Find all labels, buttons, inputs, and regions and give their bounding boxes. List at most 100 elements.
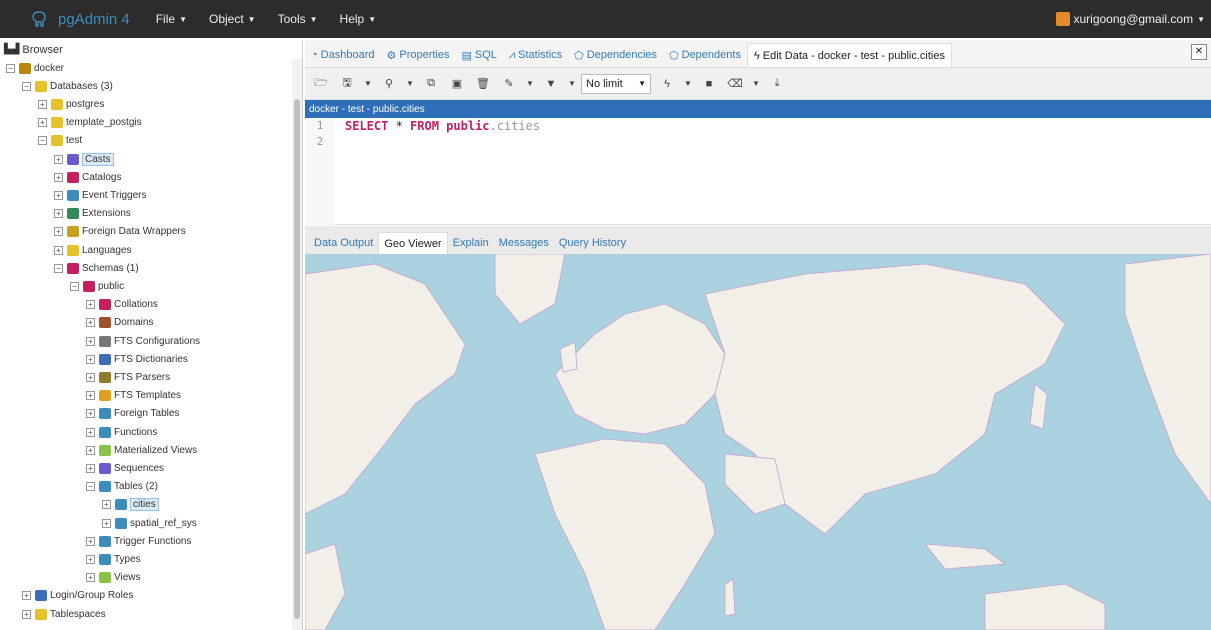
expand-icon[interactable]: + — [38, 118, 47, 128]
expand-icon[interactable]: + — [54, 245, 63, 255]
tree-node[interactable]: + FTS Configurations — [86, 332, 200, 350]
collapse-icon[interactable]: − — [54, 263, 63, 273]
filter-dropdown-icon[interactable]: ▼ — [565, 73, 579, 95]
tree-node[interactable]: + Functions — [86, 423, 157, 441]
save-dropdown-icon[interactable]: ▼ — [361, 73, 375, 95]
eraser-icon[interactable]: ⌫ — [723, 73, 747, 95]
menu-object[interactable]: Object ▼ — [209, 12, 256, 26]
find-icon[interactable]: ⚲ — [377, 73, 401, 95]
tree-node[interactable]: + FTS Templates — [86, 387, 181, 405]
tree-node[interactable]: − test — [38, 132, 82, 150]
clear-dropdown-icon[interactable]: ▼ — [749, 73, 763, 95]
menu-help[interactable]: Help ▼ — [340, 12, 377, 26]
collapse-icon[interactable]: − — [38, 136, 47, 146]
expand-icon[interactable]: + — [102, 500, 111, 510]
tab-sql[interactable]: ▤ SQL — [456, 43, 503, 67]
tree-node[interactable]: + Event Triggers — [54, 186, 146, 204]
download-icon[interactable]: ⤓ — [765, 73, 789, 95]
tab-dependents[interactable]: ⬠ Dependents — [663, 43, 747, 67]
tree-node[interactable]: + Types — [86, 550, 141, 568]
expand-icon[interactable]: + — [102, 518, 111, 528]
tree-node[interactable]: + template_postgis — [38, 114, 142, 132]
tree-node[interactable]: + Views — [86, 569, 141, 587]
tree-node[interactable]: + postgres — [38, 95, 104, 113]
expand-icon[interactable]: + — [86, 427, 95, 437]
tree-node[interactable]: + Login/Group Roles — [22, 587, 133, 605]
edit-icon[interactable]: ✎ — [497, 73, 521, 95]
paste-icon[interactable]: ▣ — [445, 73, 469, 95]
collapse-icon[interactable]: − — [70, 281, 79, 291]
geo-map[interactable] — [305, 254, 1211, 630]
expand-icon[interactable]: + — [22, 591, 31, 601]
tree-node[interactable]: + FTS Parsers — [86, 368, 170, 386]
collapse-icon[interactable]: − — [86, 482, 95, 492]
copy-icon[interactable]: ⧉ — [419, 73, 443, 95]
scrollbar-thumb[interactable] — [294, 99, 300, 619]
tab-properties[interactable]: ⚙ Properties — [380, 43, 455, 67]
filter-icon[interactable]: ▼ — [539, 73, 563, 95]
expand-icon[interactable]: + — [86, 354, 95, 364]
tree-node[interactable]: + Foreign Data Wrappers — [54, 223, 186, 241]
browser-scrollbar[interactable] — [292, 59, 302, 630]
edit-dropdown-icon[interactable]: ▼ — [523, 73, 537, 95]
tab-dashboard[interactable]: ◔ Dashboard — [305, 43, 380, 67]
expand-icon[interactable]: + — [86, 391, 95, 401]
expand-icon[interactable]: + — [54, 209, 63, 219]
row-limit-select[interactable]: No limit ▼ — [581, 73, 651, 94]
tab-dependencies[interactable]: ⬠ Dependencies — [568, 43, 663, 67]
expand-icon[interactable]: + — [86, 463, 95, 473]
brand[interactable]: pgAdmin 4 — [30, 9, 130, 29]
tree-node[interactable]: + Sequences — [86, 459, 164, 477]
tree-node[interactable]: + Foreign Tables — [86, 405, 179, 423]
save-icon[interactable]: 🖫 — [335, 73, 359, 95]
tree-node[interactable]: − Databases (3) — [22, 77, 113, 95]
tab-messages[interactable]: Messages — [494, 232, 554, 254]
expand-icon[interactable]: + — [86, 372, 95, 382]
expand-icon[interactable]: + — [54, 172, 63, 182]
collapse-icon[interactable]: − — [6, 63, 15, 73]
expand-icon[interactable]: + — [86, 445, 95, 455]
tree-node[interactable]: − public — [70, 277, 124, 295]
menu-tools[interactable]: Tools ▼ — [278, 12, 318, 26]
tree-node[interactable]: + FTS Dictionaries — [86, 350, 188, 368]
stop-icon[interactable]: ■ — [697, 73, 721, 95]
tree-node[interactable]: + spatial_ref_sys — [102, 514, 197, 532]
user-menu[interactable]: xurigoong@gmail.com ▼ — [1055, 0, 1205, 38]
tree-node[interactable]: − docker — [6, 59, 64, 77]
expand-icon[interactable]: + — [54, 227, 63, 237]
tree-node[interactable]: + Domains — [86, 314, 153, 332]
tab-query-history[interactable]: Query History — [554, 232, 631, 254]
find-dropdown-icon[interactable]: ▼ — [403, 73, 417, 95]
expand-icon[interactable]: + — [54, 190, 63, 200]
expand-icon[interactable]: + — [22, 609, 31, 619]
tab-geo-viewer[interactable]: Geo Viewer — [378, 232, 448, 254]
tab-edit-data[interactable]: ϟ Edit Data - docker - test - public.citi… — [746, 43, 952, 67]
tree-node[interactable]: + Extensions — [54, 205, 131, 223]
expand-icon[interactable]: + — [86, 318, 95, 328]
tree-node[interactable]: + Catalogs — [54, 168, 121, 186]
tree-node[interactable]: + cities — [102, 496, 159, 514]
expand-icon[interactable]: + — [86, 536, 95, 546]
tree-node[interactable]: − Tables (2) — [86, 478, 158, 496]
expand-icon[interactable]: + — [86, 409, 95, 419]
execute-icon[interactable]: ϟ — [655, 73, 679, 95]
expand-icon[interactable]: + — [86, 573, 95, 583]
expand-icon[interactable]: + — [86, 554, 95, 564]
tree-node[interactable]: + Casts — [54, 150, 114, 168]
execute-dropdown-icon[interactable]: ▼ — [681, 73, 695, 95]
tree-node[interactable]: + Trigger Functions — [86, 532, 191, 550]
open-file-icon[interactable]: 🗁 — [309, 73, 333, 95]
tree-node[interactable]: + Collations — [86, 296, 158, 314]
expand-icon[interactable]: + — [38, 99, 47, 109]
tab-data-output[interactable]: Data Output — [309, 232, 378, 254]
menu-file[interactable]: File ▼ — [156, 12, 187, 26]
expand-icon[interactable]: + — [86, 300, 95, 310]
sql-editor[interactable]: 1 2 SELECT * FROM public.cities — [305, 118, 1211, 225]
tab-statistics[interactable]: ⩘ Statistics — [503, 43, 568, 67]
tree-node[interactable]: − Schemas (1) — [54, 259, 139, 277]
delete-icon[interactable]: 🗑 — [471, 73, 495, 95]
expand-icon[interactable]: + — [54, 154, 63, 164]
tab-explain[interactable]: Explain — [448, 232, 494, 254]
tree-node[interactable]: + Materialized Views — [86, 441, 197, 459]
expand-icon[interactable]: + — [86, 336, 95, 346]
